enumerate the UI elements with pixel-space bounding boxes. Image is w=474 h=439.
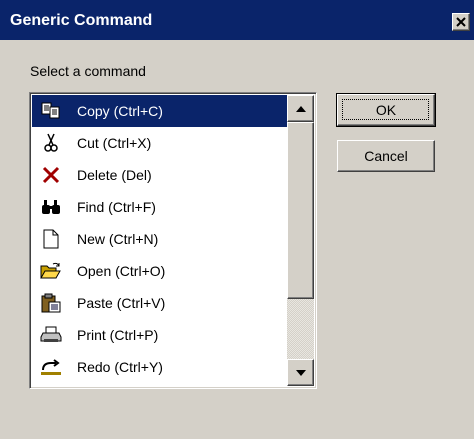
list-item-open[interactable]: Open (Ctrl+O) — [32, 255, 287, 287]
focus-rectangle — [342, 99, 429, 120]
close-button[interactable] — [452, 13, 470, 31]
open-icon — [40, 260, 62, 282]
command-list[interactable]: Copy (Ctrl+C) Cut (Ctrl+X) Delete (Del) … — [32, 95, 287, 386]
list-item-paste[interactable]: Paste (Ctrl+V) — [32, 287, 287, 319]
scrollbar-thumb[interactable] — [287, 122, 314, 299]
list-item-redo[interactable]: Redo (Ctrl+Y) — [32, 351, 287, 383]
item-label: Cut (Ctrl+X) — [77, 135, 152, 151]
item-label: Print (Ctrl+P) — [77, 327, 159, 343]
scroll-up-button[interactable] — [287, 95, 314, 122]
list-item-find[interactable]: Find (Ctrl+F) — [32, 191, 287, 223]
list-item-new[interactable]: New (Ctrl+N) — [32, 223, 287, 255]
arrow-down-icon — [295, 369, 306, 376]
vertical-scrollbar[interactable] — [287, 95, 314, 386]
close-icon — [456, 17, 466, 27]
paste-icon — [40, 292, 62, 314]
redo-icon — [40, 356, 62, 378]
item-label: Paste (Ctrl+V) — [77, 295, 166, 311]
generic-command-dialog: Generic Command Select a command Copy (C… — [0, 0, 474, 439]
scroll-down-button[interactable] — [287, 359, 314, 386]
dialog-title: Generic Command — [10, 12, 153, 29]
select-command-label: Select a command — [30, 63, 146, 79]
item-label: Find (Ctrl+F) — [77, 199, 156, 215]
command-listbox[interactable]: Copy (Ctrl+C) Cut (Ctrl+X) Delete (Del) … — [29, 92, 317, 389]
item-label: New (Ctrl+N) — [77, 231, 159, 247]
list-item-delete[interactable]: Delete (Del) — [32, 159, 287, 191]
cancel-button[interactable]: Cancel — [337, 140, 435, 172]
copy-icon — [40, 100, 62, 122]
delete-icon — [40, 164, 62, 186]
item-label: Copy (Ctrl+C) — [77, 103, 163, 119]
find-icon — [40, 196, 62, 218]
title-bar[interactable]: Generic Command — [0, 0, 474, 40]
print-icon — [40, 324, 62, 346]
item-label: Open (Ctrl+O) — [77, 263, 166, 279]
cut-icon — [40, 132, 62, 154]
new-icon — [40, 228, 62, 250]
item-label: Redo (Ctrl+Y) — [77, 359, 163, 375]
ok-button[interactable]: OK — [336, 93, 436, 127]
arrow-up-icon — [295, 105, 306, 112]
list-item-copy[interactable]: Copy (Ctrl+C) — [32, 95, 287, 127]
list-item-cut[interactable]: Cut (Ctrl+X) — [32, 127, 287, 159]
cancel-label: Cancel — [364, 148, 408, 164]
list-item-print[interactable]: Print (Ctrl+P) — [32, 319, 287, 351]
item-label: Delete (Del) — [77, 167, 152, 183]
